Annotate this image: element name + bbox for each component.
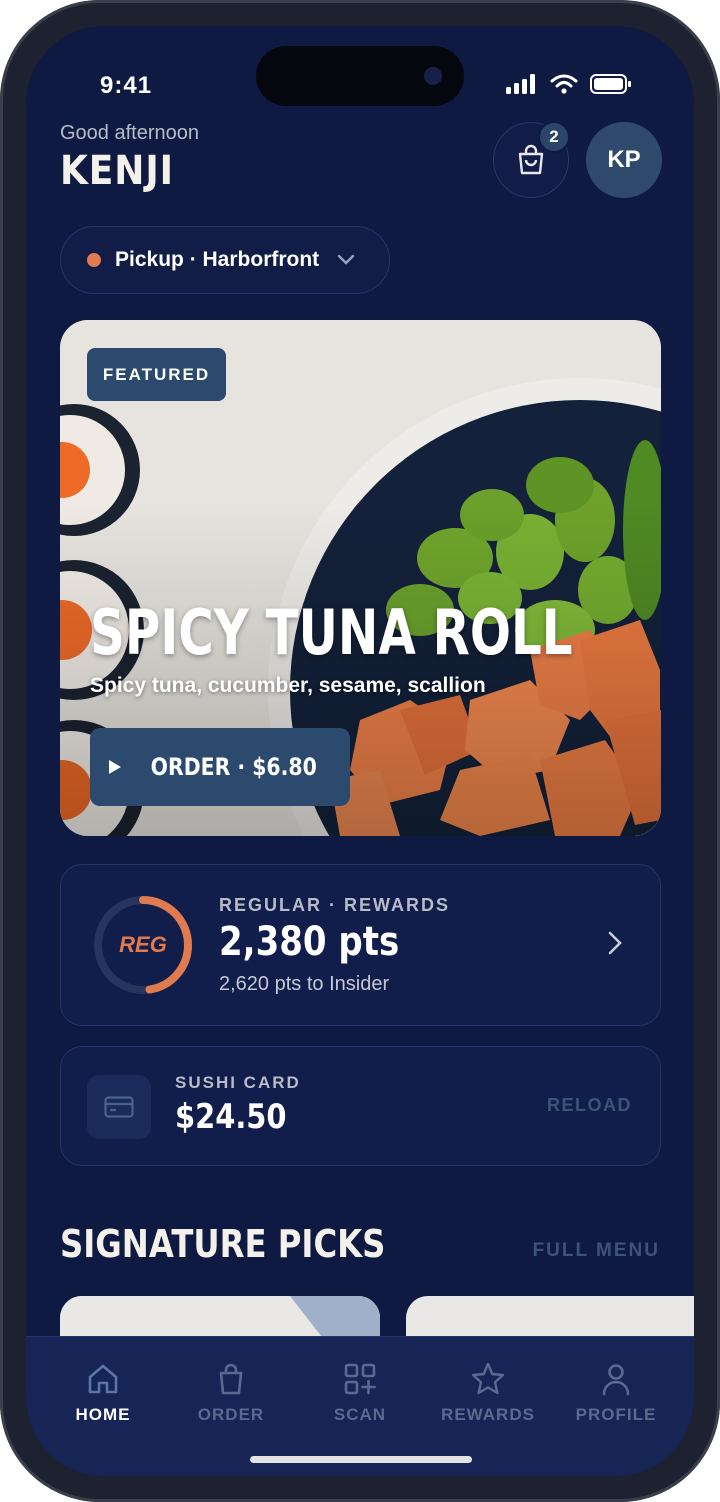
tab-label: PROFILE: [575, 1405, 657, 1424]
home-icon: [88, 1364, 118, 1394]
reload-button[interactable]: RELOAD: [547, 1095, 632, 1116]
battery-icon: [590, 74, 631, 94]
dynamic-island: [256, 46, 464, 106]
tab-label: REWARDS: [441, 1405, 535, 1424]
rewards-next-tier: 2,620 pts to Insider: [219, 973, 390, 995]
user-name: KENJI: [60, 148, 174, 194]
location-status-dot: [87, 253, 101, 267]
chevron-right-icon: [608, 931, 622, 955]
rewards-card[interactable]: REG REGULAR · REWARDS 2,380 pts 2,620 pt…: [60, 864, 661, 1026]
tab-home[interactable]: HOME: [43, 1361, 163, 1425]
card-icon-container: [87, 1075, 151, 1139]
home-indicator: [250, 1456, 472, 1463]
tab-rewards[interactable]: REWARDS: [428, 1361, 548, 1425]
signal-icon: [506, 74, 535, 94]
rewards-points: 2,380 pts: [219, 919, 400, 965]
person-icon: [602, 1364, 630, 1396]
phone-frame: 9:41 Good afternoon KENJI 2 KP Pickup · …: [0, 0, 720, 1502]
credit-card-icon: [104, 1096, 134, 1118]
tab-scan[interactable]: SCAN: [300, 1361, 420, 1425]
bottom-tab-bar: HOME ORDER SCAN REWARDS PROFILE: [26, 1336, 694, 1476]
tab-order[interactable]: ORDER: [171, 1361, 291, 1425]
status-time: 9:41: [100, 72, 153, 99]
cart-count-badge: 2: [538, 121, 570, 153]
wifi-icon: [550, 74, 578, 94]
chevron-down-icon: [337, 254, 355, 265]
location-label: Pickup · Harborfront: [115, 248, 320, 271]
featured-card[interactable]: FEATURED SPICY TUNA ROLL Spicy tuna, cuc…: [60, 320, 661, 836]
tab-profile[interactable]: PROFILE: [556, 1361, 676, 1425]
rewards-tier-label: REGULAR · REWARDS: [219, 895, 450, 915]
status-icons: [506, 74, 632, 94]
scan-icon: [344, 1363, 376, 1395]
avatar[interactable]: KP: [586, 122, 662, 198]
location-selector[interactable]: Pickup · Harborfront: [60, 226, 390, 294]
tab-label: ORDER: [197, 1405, 265, 1424]
sushi-card-balance: $24.50: [175, 1097, 287, 1137]
play-icon: [109, 760, 122, 774]
app-screen: 9:41 Good afternoon KENJI 2 KP Pickup · …: [26, 26, 694, 1476]
greeting-text: Good afternoon: [60, 122, 199, 144]
rewards-tier-badge: REG: [119, 932, 167, 957]
featured-description: Spicy tuna, cucumber, sesame, scallion: [90, 674, 486, 697]
tab-label: HOME: [75, 1405, 131, 1424]
featured-title: SPICY TUNA ROLL: [90, 596, 573, 669]
order-button-label: ORDER · $6.80: [150, 753, 318, 781]
section-title: SIGNATURE PICKS: [60, 1222, 386, 1266]
sushi-card-label: SUSHI CARD: [175, 1073, 301, 1092]
full-menu-link[interactable]: FULL MENU: [533, 1240, 660, 1262]
bag-icon: [219, 1363, 243, 1395]
order-button[interactable]: ORDER · $6.80: [90, 728, 350, 806]
cart-button[interactable]: 2: [493, 121, 570, 198]
featured-tag: FEATURED: [87, 348, 226, 401]
star-icon: [471, 1362, 505, 1395]
sushi-card[interactable]: SUSHI CARD $24.50 RELOAD: [60, 1046, 661, 1166]
tab-label: SCAN: [333, 1405, 387, 1424]
